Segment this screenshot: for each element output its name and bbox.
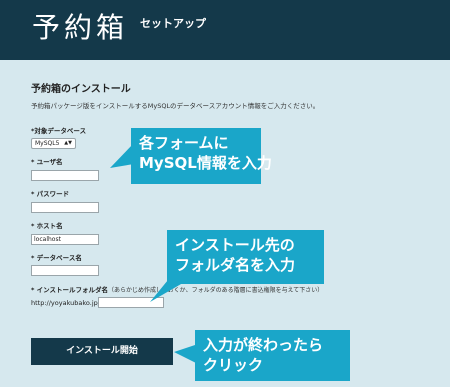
section-description: 予約箱パッケージ版をインストールするMySQLのデータベースアカウント情報をご入…: [31, 102, 320, 110]
callout-1-line-2: MySQL情報を入力: [139, 154, 272, 172]
app-logo: 予約箱: [32, 11, 129, 44]
select-arrows-icon: ▲▼: [64, 140, 72, 146]
callout-2-line-2: フォルダ名を入力: [175, 256, 296, 274]
callout-mysql-info: 各フォームに MySQL情報を入力: [131, 128, 272, 184]
folder-url-prefix: http://yoyakubako.jp/: [31, 299, 100, 307]
folder-note: （あらかじめ作成しておくか、フォルダのある階層に書込権限を与えて下さい）: [108, 287, 324, 294]
password-label: * パスワード: [31, 190, 70, 198]
folder-label-text: * インストールフォルダ名: [31, 286, 109, 294]
install-start-button[interactable]: インストール開始: [31, 338, 173, 365]
callout-folder-name: インストール先の フォルダ名を入力: [167, 230, 324, 284]
callout-3-line-2: クリック: [203, 356, 264, 374]
database-label: * データベース名: [31, 254, 82, 262]
callout-click-install: 入力が終わったら クリック: [195, 330, 350, 381]
section-title: 予約箱のインストール: [31, 84, 131, 95]
db-type-selected-value: MySQL5: [35, 140, 60, 147]
user-label: * ユーザ名: [31, 158, 63, 166]
host-input[interactable]: localhost: [31, 234, 99, 245]
db-type-select[interactable]: MySQL5 ▲▼: [31, 138, 76, 149]
db-type-label: *対象データベース: [31, 127, 87, 135]
database-input[interactable]: [31, 265, 99, 276]
callout-1-line-1: 各フォームに: [139, 134, 229, 152]
user-input[interactable]: [31, 170, 99, 181]
callout-2-line-1: インストール先の: [175, 236, 295, 254]
password-input[interactable]: [31, 202, 99, 213]
callout-3-line-1: 入力が終わったら: [203, 336, 324, 354]
header-subtitle: セットアップ: [140, 17, 206, 30]
host-label: * ホスト名: [31, 222, 63, 230]
app-header: 予約箱 セットアップ: [0, 0, 450, 60]
